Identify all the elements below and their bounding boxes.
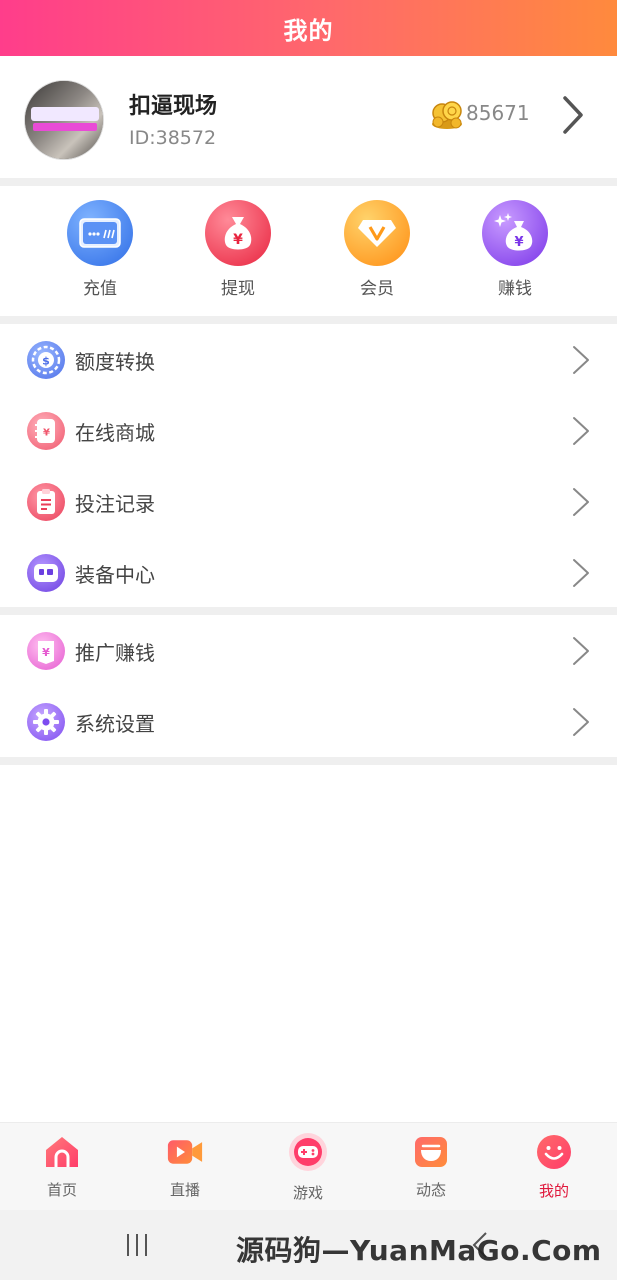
menu-item-equipment-center[interactable]: 装备中心 [0, 537, 617, 608]
svg-text:¥: ¥ [43, 428, 50, 439]
nav-label: 动态 [415, 1181, 446, 1199]
vip-diamond-icon [344, 200, 410, 266]
chevron-right-icon [573, 708, 589, 736]
menu-group-2: ¥ 推广赚钱 系统设置 [0, 615, 617, 757]
menu-label: 额度转换 [75, 350, 155, 374]
bottom-nav: 首页 直播 游戏 动态 我的 [0, 1122, 617, 1210]
nav-home[interactable]: 首页 [17, 1135, 107, 1200]
chevron-right-icon [573, 488, 589, 516]
nav-label: 直播 [169, 1181, 200, 1199]
menu-item-bet-records[interactable]: 投注记录 [0, 466, 617, 537]
promo-yen-icon: ¥ [27, 632, 65, 670]
menu-label: 推广赚钱 [75, 641, 155, 665]
vip-button[interactable]: 会员 [332, 200, 422, 299]
nav-label: 我的 [538, 1182, 569, 1200]
gamepad-icon [289, 1133, 327, 1171]
menu-item-quota-exchange[interactable]: $ 额度转换 [0, 324, 617, 395]
withdraw-button[interactable]: ¥ 提现 [193, 200, 283, 299]
card-icon [67, 200, 133, 266]
divider [0, 607, 617, 615]
username: 扣逼现场 [129, 94, 218, 119]
chevron-right-icon[interactable] [560, 94, 586, 136]
user-id: ID:38572 [129, 127, 217, 149]
menu-label: 投注记录 [75, 492, 155, 516]
menu-item-promotion-earn[interactable]: ¥ 推广赚钱 [0, 615, 617, 686]
profile-card[interactable]: 扣逼现场 ID:38572 85671 [0, 56, 617, 178]
quick-actions: 充值 ¥ 提现 会员 ¥ 赚钱 [0, 186, 617, 316]
gold-coins-icon [432, 101, 462, 129]
menu-group-1: $ 额度转换 ¥ 在线商城 投注记录 装备中心 [0, 324, 617, 607]
nav-live[interactable]: 直播 [140, 1135, 230, 1200]
money-bag-yen-icon: ¥ [205, 200, 271, 266]
divider [0, 316, 617, 324]
chevron-right-icon [573, 637, 589, 665]
menu-item-system-settings[interactable]: 系统设置 [0, 686, 617, 757]
nav-label: 游戏 [292, 1184, 323, 1202]
clipboard-icon [27, 483, 65, 521]
page-title: 我的 [283, 16, 334, 45]
nav-feed[interactable]: 动态 [386, 1135, 476, 1200]
earn-label: 赚钱 [498, 279, 532, 299]
vip-label: 会员 [360, 279, 394, 299]
watermark: 源码狗—YuanMaGo.Com [236, 1234, 602, 1267]
svg-text:¥: ¥ [514, 235, 523, 250]
nav-label: 首页 [46, 1181, 77, 1199]
menu-label: 系统设置 [75, 712, 155, 736]
chevron-right-icon [573, 559, 589, 587]
chevron-right-icon [573, 417, 589, 445]
live-video-icon [167, 1140, 203, 1164]
shop-yen-icon: ¥ [27, 412, 65, 450]
coin-balance: 85671 [466, 101, 530, 125]
menu-item-online-mall[interactable]: ¥ 在线商城 [0, 395, 617, 466]
system-nav-bar: 源码狗—YuanMaGo.Com [0, 1210, 617, 1280]
nav-mine[interactable]: 我的 [509, 1135, 599, 1201]
chevron-right-icon [573, 346, 589, 374]
nav-games[interactable]: 游戏 [263, 1133, 353, 1203]
divider [0, 757, 617, 765]
avatar[interactable] [24, 80, 104, 160]
svg-text:¥: ¥ [42, 646, 50, 659]
gear-icon [27, 703, 65, 741]
recharge-button[interactable]: 充值 [55, 200, 145, 299]
earn-button[interactable]: ¥ 赚钱 [470, 200, 560, 299]
recent-apps-icon[interactable] [124, 1232, 150, 1258]
svg-text:$: $ [42, 355, 50, 368]
feed-icon [415, 1137, 447, 1167]
svg-text:¥: ¥ [233, 232, 243, 248]
equipment-icon [27, 554, 65, 592]
menu-label: 在线商城 [75, 421, 155, 445]
menu-label: 装备中心 [75, 563, 155, 587]
divider [0, 178, 617, 186]
smile-icon [537, 1135, 571, 1169]
top-header: 我的 [0, 0, 617, 56]
home-icon [46, 1137, 78, 1167]
money-bag-sparkle-icon: ¥ [482, 200, 548, 266]
recharge-label: 充值 [83, 279, 117, 299]
dollar-chip-icon: $ [27, 341, 65, 379]
withdraw-label: 提现 [221, 279, 255, 299]
